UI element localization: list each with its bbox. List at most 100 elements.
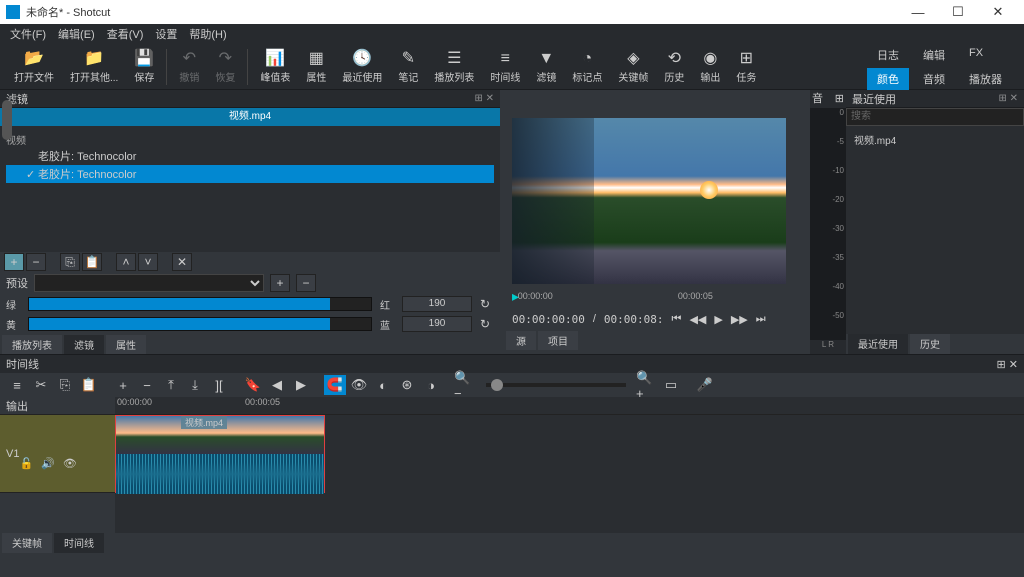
search-input[interactable]: 搜索: [846, 108, 1024, 126]
skip-start-button[interactable]: ⏮: [672, 313, 682, 326]
yellow-blue-slider[interactable]: [28, 317, 372, 331]
mute-icon[interactable]: 🔊: [41, 457, 55, 470]
video-track-head[interactable]: V1 🔓 🔊 👁: [0, 415, 115, 493]
record-audio-button[interactable]: 🎤: [694, 375, 716, 395]
cut-button[interactable]: ✂: [30, 375, 52, 395]
panel-menu-icon[interactable]: ⊞ ✕: [474, 93, 494, 104]
move-up-button[interactable]: ˄: [116, 253, 136, 271]
filter-item[interactable]: 老胶片: Technocolor: [6, 147, 494, 165]
remove-button[interactable]: −: [136, 375, 158, 395]
menu-edit[interactable]: 编辑(E): [52, 26, 101, 42]
toolbar-滤镜[interactable]: ▼滤镜: [528, 47, 564, 86]
preview-scrollbar[interactable]: [2, 100, 12, 140]
toolbar-保存[interactable]: 💾保存: [126, 47, 162, 86]
toolbar-打开其他...[interactable]: 📁打开其他...: [62, 47, 126, 86]
preview-ruler[interactable]: ▸ 00:00:00 00:00:05: [512, 288, 798, 308]
tab-播放器[interactable]: 播放器: [959, 68, 1012, 90]
toolbar-任务[interactable]: ⊞任务: [728, 47, 764, 86]
deselect-filter-button[interactable]: ✕: [172, 253, 192, 271]
panel-menu-icon[interactable]: ⊞ ✕: [997, 358, 1019, 371]
tl-menu-button[interactable]: ≡: [6, 375, 28, 395]
toolbar-打开文件[interactable]: 📂打开文件: [6, 47, 62, 86]
tab-properties[interactable]: 属性: [106, 335, 146, 354]
tab-recent[interactable]: 最近使用: [848, 334, 908, 354]
prev-marker-button[interactable]: ◀: [266, 375, 288, 395]
tab-FX[interactable]: FX: [959, 44, 993, 66]
maximize-button[interactable]: ☐: [938, 4, 978, 20]
copy-filter-button[interactable]: ⎘: [60, 253, 80, 271]
ripple-markers-button[interactable]: ◑: [420, 375, 442, 395]
panel-menu-icon[interactable]: ⊞ ✕: [998, 93, 1018, 104]
filter-item[interactable]: ✓老胶片: Technocolor: [6, 165, 494, 183]
tab-history[interactable]: 历史: [910, 334, 950, 354]
zoom-slider[interactable]: [486, 383, 626, 387]
snap-button[interactable]: 🧲: [324, 375, 346, 395]
paste-button[interactable]: 📋: [78, 375, 100, 395]
output-track-head[interactable]: 输出: [0, 397, 115, 415]
toolbar-恢复[interactable]: ↷恢复: [207, 47, 243, 86]
zoom-in-button[interactable]: 🔍+: [636, 375, 658, 395]
tab-编辑[interactable]: 编辑: [913, 44, 955, 66]
timeline-clip[interactable]: 视频.mp4: [115, 415, 325, 493]
add-filter-button[interactable]: +: [4, 253, 24, 271]
menu-view[interactable]: 查看(V): [101, 26, 150, 42]
minimize-button[interactable]: —: [898, 5, 938, 20]
green-red-slider[interactable]: [28, 297, 372, 311]
preset-add-button[interactable]: +: [270, 274, 290, 292]
panel-menu-icon[interactable]: ⊞: [835, 90, 844, 108]
reset-icon[interactable]: ↻: [480, 297, 494, 311]
lock-icon[interactable]: 🔓: [19, 457, 33, 470]
rewind-button[interactable]: ◀◀: [689, 313, 706, 326]
tab-filters[interactable]: 滤镜: [64, 335, 104, 354]
overwrite-button[interactable]: ⤓: [184, 375, 206, 395]
tab-project[interactable]: 项目: [538, 331, 578, 350]
toolbar-笔记[interactable]: ✎笔记: [390, 47, 426, 86]
ripple-button[interactable]: ◐: [372, 375, 394, 395]
preset-remove-button[interactable]: −: [296, 274, 316, 292]
split-button[interactable]: ]​[: [208, 375, 230, 395]
slider-value[interactable]: 190: [402, 316, 472, 332]
close-button[interactable]: ✕: [978, 4, 1018, 20]
toolbar-播放列表[interactable]: ☰播放列表: [426, 47, 482, 86]
preset-select[interactable]: [34, 274, 264, 292]
toolbar-属性[interactable]: ▦属性: [298, 47, 334, 86]
timeline-ruler[interactable]: 00:00:00 00:00:05: [115, 397, 1024, 415]
ripple-all-button[interactable]: ⊛: [396, 375, 418, 395]
menu-file[interactable]: 文件(F): [4, 26, 52, 42]
tab-timeline[interactable]: 时间线: [54, 533, 104, 553]
lift-button[interactable]: ⤒: [160, 375, 182, 395]
scrub-button[interactable]: 👁: [348, 375, 370, 395]
toolbar-峰值表[interactable]: 📊峰值表: [252, 47, 298, 86]
toolbar-关键帧[interactable]: ◈关键帧: [610, 47, 656, 86]
toolbar-标记点[interactable]: ◔标记点: [564, 47, 610, 86]
tab-playlist[interactable]: 播放列表: [2, 335, 62, 354]
slider-value[interactable]: 190: [402, 296, 472, 312]
move-down-button[interactable]: ˅: [138, 253, 158, 271]
copy-button[interactable]: ⎘: [54, 375, 76, 395]
marker-button[interactable]: 🔖: [242, 375, 264, 395]
append-button[interactable]: +: [112, 375, 134, 395]
skip-end-button[interactable]: ⏭: [756, 313, 766, 326]
toolbar-最近使用[interactable]: 🕓最近使用: [334, 47, 390, 86]
toolbar-撤销[interactable]: ↶撤销: [171, 47, 207, 86]
remove-filter-button[interactable]: −: [26, 253, 46, 271]
timecode-current[interactable]: 00:00:00:00: [512, 313, 585, 326]
menu-help[interactable]: 帮助(H): [183, 26, 232, 42]
zoom-fit-button[interactable]: ▭: [660, 375, 682, 395]
tab-颜色[interactable]: 颜色: [867, 68, 909, 90]
play-button[interactable]: ▶: [714, 313, 722, 326]
reset-icon[interactable]: ↻: [480, 317, 494, 331]
tab-source[interactable]: 源: [506, 331, 536, 350]
video-preview[interactable]: [512, 118, 786, 284]
timeline-tracks[interactable]: 00:00:00 00:00:05 视频.mp4: [115, 397, 1024, 533]
forward-button[interactable]: ▶▶: [731, 313, 748, 326]
tab-keyframes[interactable]: 关键帧: [2, 533, 52, 553]
menu-settings[interactable]: 设置: [149, 26, 183, 42]
hide-icon[interactable]: 👁: [63, 457, 77, 470]
toolbar-输出[interactable]: ◉输出: [692, 47, 728, 86]
paste-filter-button[interactable]: 📋: [82, 253, 102, 271]
tab-日志[interactable]: 日志: [867, 44, 909, 66]
recent-item[interactable]: 视频.mp4: [850, 130, 1020, 149]
tab-音频[interactable]: 音频: [913, 68, 955, 90]
next-marker-button[interactable]: ▶: [290, 375, 312, 395]
